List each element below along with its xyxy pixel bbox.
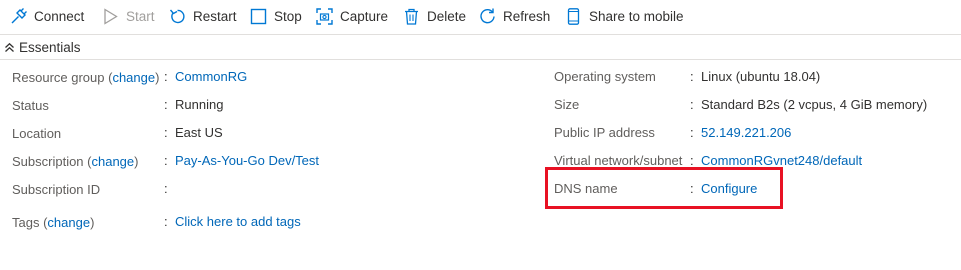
colon: :: [164, 125, 168, 140]
status-label: Status: [12, 96, 49, 114]
toolbar-divider: [0, 34, 961, 35]
tags-label-text: Tags (: [12, 214, 48, 230]
resource-group-value-link[interactable]: CommonRG: [175, 68, 247, 86]
colon: :: [164, 153, 168, 168]
add-tags-link[interactable]: Click here to add tags: [175, 213, 301, 231]
subscription-label: Subscription (change): [12, 152, 138, 170]
colon: :: [164, 214, 168, 229]
status-value: Running: [175, 97, 224, 112]
restart-label: Restart: [193, 8, 237, 24]
stop-icon: [250, 8, 267, 24]
tags-label-suffix: ): [90, 214, 95, 230]
os-label: Operating system: [554, 69, 656, 84]
essentials-divider: [0, 59, 961, 60]
size-label: Size: [554, 97, 580, 112]
share-label: Share to mobile: [589, 8, 684, 24]
plug-icon: [11, 7, 27, 23]
phone-icon: [567, 7, 580, 25]
essentials-toggle[interactable]: Essentials: [4, 38, 81, 56]
capture-button[interactable]: Capture: [316, 0, 388, 32]
size-value: Standard B2s (2 vcpus, 4 GiB memory): [701, 97, 928, 112]
stop-label: Stop: [274, 8, 302, 24]
refresh-icon: [480, 8, 495, 23]
subscription-label-text: Subscription (: [12, 153, 92, 169]
colon: :: [164, 181, 168, 196]
subscription-change-link[interactable]: change: [91, 154, 134, 169]
capture-icon: [316, 7, 333, 25]
tags-change-link[interactable]: change: [47, 215, 90, 230]
connect-button[interactable]: Connect: [10, 0, 84, 32]
refresh-label: Refresh: [503, 8, 551, 24]
subscription-id-label: Subscription ID: [12, 180, 100, 198]
trash-icon: [405, 8, 418, 25]
refresh-button[interactable]: Refresh: [479, 0, 550, 32]
colon: :: [690, 69, 694, 84]
delete-label: Delete: [427, 8, 467, 24]
subscription-label-suffix: ): [134, 153, 139, 169]
resource-group-label: Resource group (change): [12, 68, 159, 86]
status-label-text: Status: [12, 97, 49, 113]
colon: :: [690, 153, 694, 168]
start-label: Start: [126, 8, 155, 24]
restart-icon: [169, 9, 185, 23]
start-button[interactable]: Start: [102, 0, 155, 32]
tags-label: Tags (change): [12, 213, 94, 231]
share-to-mobile-button[interactable]: Share to mobile: [565, 0, 684, 32]
delete-button[interactable]: Delete: [403, 0, 466, 32]
resource-group-label-suffix: ): [155, 69, 160, 85]
chevron-double-up-icon: [5, 42, 14, 52]
location-label: Location: [12, 124, 61, 142]
capture-label: Capture: [340, 8, 389, 24]
stop-button[interactable]: Stop: [250, 0, 302, 32]
colon: :: [164, 97, 168, 112]
play-icon: [104, 7, 118, 25]
resource-group-label-text: Resource group (: [12, 69, 113, 85]
colon: :: [164, 69, 168, 84]
resource-group-change-link[interactable]: change: [112, 70, 155, 85]
location-label-text: Location: [12, 125, 62, 141]
colon: :: [690, 125, 694, 140]
public-ip-link[interactable]: 52.149.221.206: [701, 124, 791, 142]
os-value: Linux (ubuntu 18.04): [701, 69, 821, 84]
restart-button[interactable]: Restart: [169, 0, 237, 32]
subscription-id-label-text: Subscription ID: [12, 181, 101, 197]
location-value: East US: [175, 125, 223, 140]
connect-label: Connect: [34, 8, 85, 24]
colon: :: [690, 97, 694, 112]
subscription-value-link[interactable]: Pay-As-You-Go Dev/Test: [175, 152, 319, 170]
public-ip-label: Public IP address: [554, 125, 655, 140]
dns-highlight-box: [545, 167, 783, 209]
command-bar: Connect Start Restart Stop Capture Delet…: [0, 0, 961, 34]
essentials-title: Essentials: [19, 39, 81, 55]
